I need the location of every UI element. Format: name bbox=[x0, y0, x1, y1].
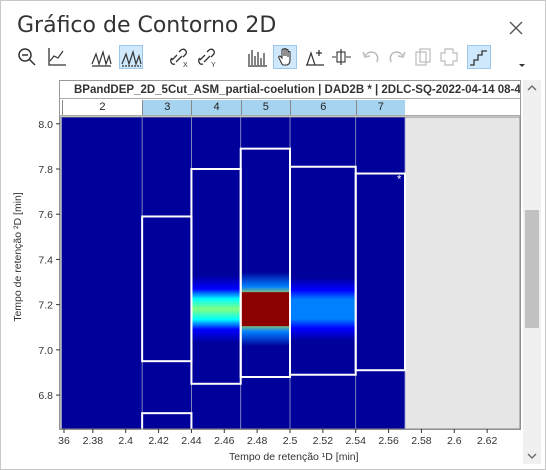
scroll-down-icon[interactable] bbox=[523, 448, 541, 464]
zoom-out-icon[interactable] bbox=[15, 45, 39, 69]
plot-header: BPandDEP_2D_5Cut_ASM_partial-coelution |… bbox=[60, 81, 520, 99]
y-tick-label: 7.6 bbox=[38, 209, 53, 221]
x-tick-label: 2.38 bbox=[83, 435, 104, 447]
cut-tab-3[interactable]: 3 bbox=[142, 100, 192, 115]
y-tick-label: 7.0 bbox=[38, 345, 53, 357]
svg-text:X: X bbox=[183, 62, 188, 68]
scrollbar-thumb[interactable] bbox=[525, 210, 539, 328]
vertical-scrollbar[interactable] bbox=[523, 80, 541, 464]
cut-tab-4[interactable]: 4 bbox=[191, 100, 241, 115]
y-axis-label: Tempo de retenção ²D [min] bbox=[12, 192, 24, 322]
x-tick-label: 36 bbox=[58, 435, 70, 447]
window-title: Gráfico de Contorno 2D bbox=[17, 13, 277, 38]
cut-row: 234567 bbox=[60, 100, 520, 116]
y-tick-label: 7.2 bbox=[38, 300, 53, 312]
x-tick-label: 2.46 bbox=[214, 435, 235, 447]
step-icon[interactable] bbox=[467, 45, 491, 69]
y-tick-label: 7.8 bbox=[38, 164, 53, 176]
y-tick-label: 6.8 bbox=[38, 390, 53, 402]
x-tick-label: 2.56 bbox=[378, 435, 399, 447]
x-tick-label: 2.6 bbox=[447, 435, 462, 447]
peak-contour-icon[interactable] bbox=[119, 45, 143, 69]
cut-tab-5[interactable]: 5 bbox=[240, 100, 290, 115]
contour-plot-window: Gráfico de Contorno 2D X Y BPandDEP_2D_5… bbox=[0, 0, 546, 470]
copy-icon[interactable] bbox=[411, 45, 435, 69]
plot-frame: BPandDEP_2D_5Cut_ASM_partial-coelution |… bbox=[59, 80, 521, 430]
x-tick-label: 2.52 bbox=[313, 435, 334, 447]
x-tick-label: 2.44 bbox=[181, 435, 202, 447]
toolbar: X Y bbox=[15, 45, 535, 71]
region-icon[interactable] bbox=[437, 45, 461, 69]
cut-tab-2[interactable]: 2 bbox=[61, 100, 143, 115]
x-tick-label: 2.62 bbox=[477, 435, 498, 447]
cut-tab-7[interactable]: 7 bbox=[355, 100, 405, 115]
x-tick-label: 2.48 bbox=[247, 435, 268, 447]
svg-text:Y: Y bbox=[211, 62, 216, 68]
link-x-icon[interactable]: X bbox=[167, 45, 191, 69]
y-tick-label: 8.0 bbox=[38, 119, 53, 131]
x-axis-label: Tempo de retenção ¹D [min] bbox=[229, 451, 359, 463]
axis-chart-icon[interactable] bbox=[45, 45, 69, 69]
peak-stack-icon[interactable] bbox=[89, 45, 113, 69]
scroll-up-icon[interactable] bbox=[523, 80, 541, 96]
close-icon[interactable] bbox=[507, 19, 525, 37]
x-tick-label: 2.58 bbox=[411, 435, 432, 447]
x-tick-label: 2.5 bbox=[283, 435, 298, 447]
redo-icon[interactable] bbox=[385, 45, 409, 69]
spectrum-icon[interactable] bbox=[245, 45, 269, 69]
x-tick-label: 2.4 bbox=[118, 435, 133, 447]
y-tick-label: 7.4 bbox=[38, 254, 53, 266]
add-peak-icon[interactable] bbox=[303, 45, 327, 69]
chevron-down-icon[interactable] bbox=[517, 57, 527, 67]
undo-icon[interactable] bbox=[359, 45, 383, 69]
x-tick-label: 2.54 bbox=[345, 435, 366, 447]
cut-tab-6[interactable]: 6 bbox=[290, 100, 356, 115]
baseline-icon[interactable] bbox=[329, 45, 353, 69]
x-tick-label: 2.42 bbox=[148, 435, 169, 447]
hand-pan-icon[interactable] bbox=[273, 45, 297, 69]
link-y-icon[interactable]: Y bbox=[195, 45, 219, 69]
